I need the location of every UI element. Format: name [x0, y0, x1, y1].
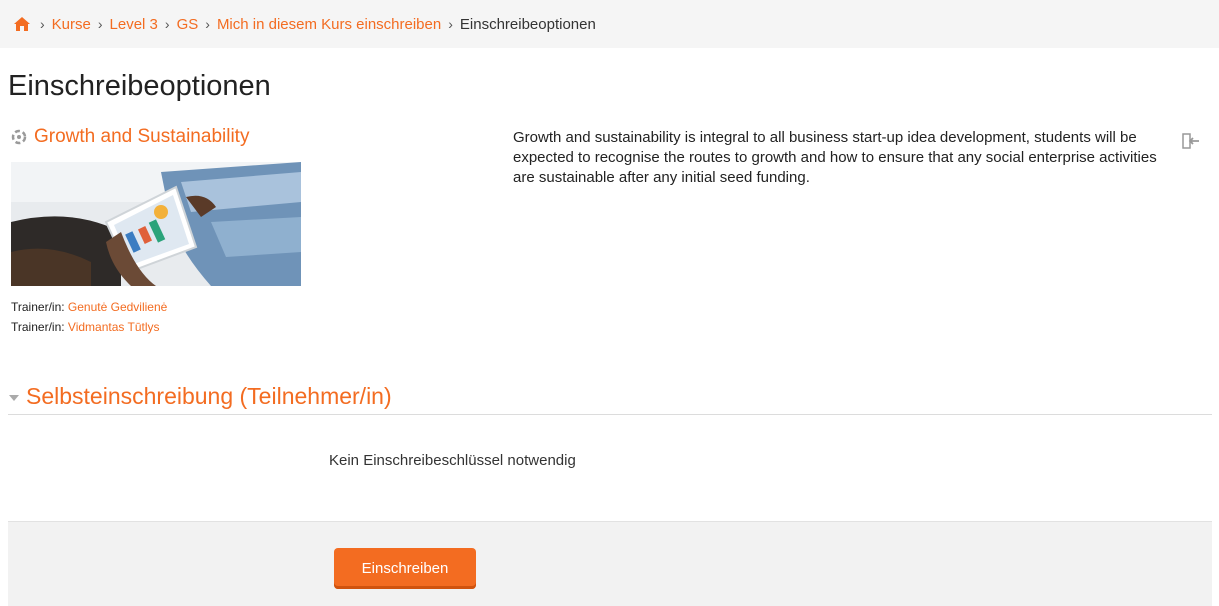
- teacher-link[interactable]: Vidmantas Tūtlys: [68, 320, 160, 334]
- chevron-right-icon: ›: [205, 16, 210, 32]
- enrolment-icon: [1182, 133, 1199, 149]
- breadcrumb-link-kurse[interactable]: Kurse: [52, 16, 91, 33]
- breadcrumb-current: Einschreibeoptionen: [459, 15, 596, 33]
- course-icon: [11, 129, 27, 145]
- home-icon[interactable]: [13, 16, 31, 32]
- teacher-role: Trainer/in:: [11, 300, 65, 314]
- course-summary: Growth and sustainability is integral to…: [513, 129, 1157, 186]
- chevron-right-icon: ›: [448, 16, 453, 32]
- teacher-row: Trainer/in: Genutė Gedvilienė: [11, 297, 167, 317]
- course-name: Growth and Sustainability: [34, 126, 250, 147]
- teacher-role: Trainer/in:: [11, 320, 65, 334]
- teacher-row: Trainer/in: Vidmantas Tūtlys: [11, 317, 167, 337]
- section-title: Selbsteinschreibung (Teilnehmer/in): [26, 382, 392, 409]
- chevron-right-icon: ›: [97, 16, 103, 32]
- page-title: Einschreibeoptionen: [8, 70, 271, 102]
- breadcrumb-link-level[interactable]: Level 3: [110, 16, 158, 33]
- section-header[interactable]: Selbsteinschreibung (Teilnehmer/in): [8, 378, 1212, 415]
- breadcrumb-link-course[interactable]: GS: [177, 16, 199, 33]
- chevron-right-icon: ›: [40, 16, 45, 32]
- enrol-button[interactable]: Einschreiben: [334, 548, 476, 589]
- no-key-notice: Kein Einschreibeschlüssel notwendig: [329, 452, 576, 469]
- tablet-photo: [11, 162, 301, 286]
- course-image[interactable]: [11, 162, 301, 286]
- teachers-list: Trainer/in: Genutė Gedvilienė Trainer/in…: [11, 297, 167, 337]
- chevron-right-icon: ›: [164, 16, 170, 32]
- form-actions: Einschreiben: [8, 521, 1212, 606]
- course-name-link[interactable]: Growth and Sustainability: [10, 126, 249, 148]
- collapse-triangle-icon[interactable]: [8, 393, 20, 403]
- teacher-link[interactable]: Genutė Gedvilienė: [68, 300, 167, 314]
- breadcrumb-link-enrol[interactable]: Mich in diesem Kurs einschreiben: [217, 16, 441, 33]
- breadcrumb: › Kurse › Level 3 › GS › Mich in diesem …: [0, 0, 1219, 48]
